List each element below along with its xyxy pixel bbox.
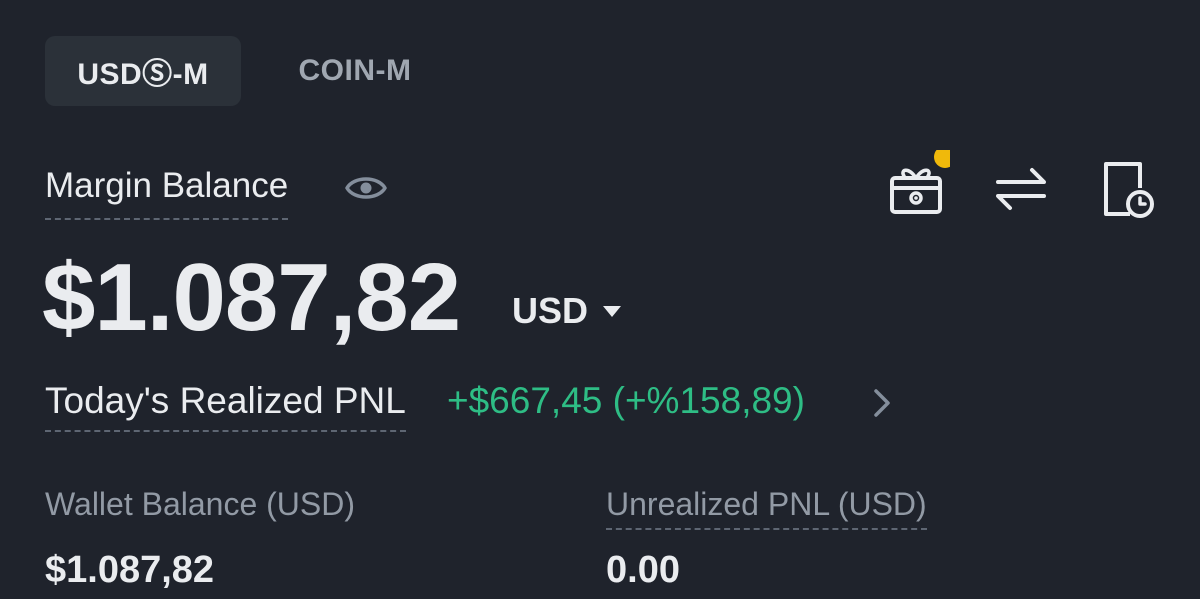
history-icon[interactable] — [1100, 158, 1156, 220]
currency-selector[interactable]: USD — [512, 290, 622, 332]
todays-realized-pnl-value[interactable]: +$667,45 (+%158,89) — [447, 376, 805, 426]
margin-balance-value: $1.087,82 — [42, 244, 461, 351]
notification-dot — [934, 150, 950, 168]
transfer-icon[interactable] — [994, 164, 1048, 214]
todays-realized-pnl-label[interactable]: Today's Realized PNL — [45, 376, 406, 432]
wallet-balance-label: Wallet Balance (USD) — [45, 486, 356, 522]
eye-icon[interactable] — [344, 170, 388, 206]
unrealized-pnl-value: 0.00 — [606, 549, 680, 591]
wallet-balance-value: $1.087,82 — [45, 549, 215, 591]
chevron-right-icon[interactable] — [872, 388, 892, 418]
margin-balance-label[interactable]: Margin Balance — [45, 162, 289, 220]
gift-icon[interactable] — [888, 150, 950, 216]
currency-label: USD — [512, 290, 589, 331]
unrealized-pnl-label[interactable]: Unrealized PNL (USD) — [606, 482, 927, 530]
caret-down-icon — [603, 306, 622, 317]
tab-usds-m[interactable]: USDⓈ-M — [45, 36, 241, 106]
tab-coin-m[interactable]: COIN-M — [270, 36, 440, 106]
